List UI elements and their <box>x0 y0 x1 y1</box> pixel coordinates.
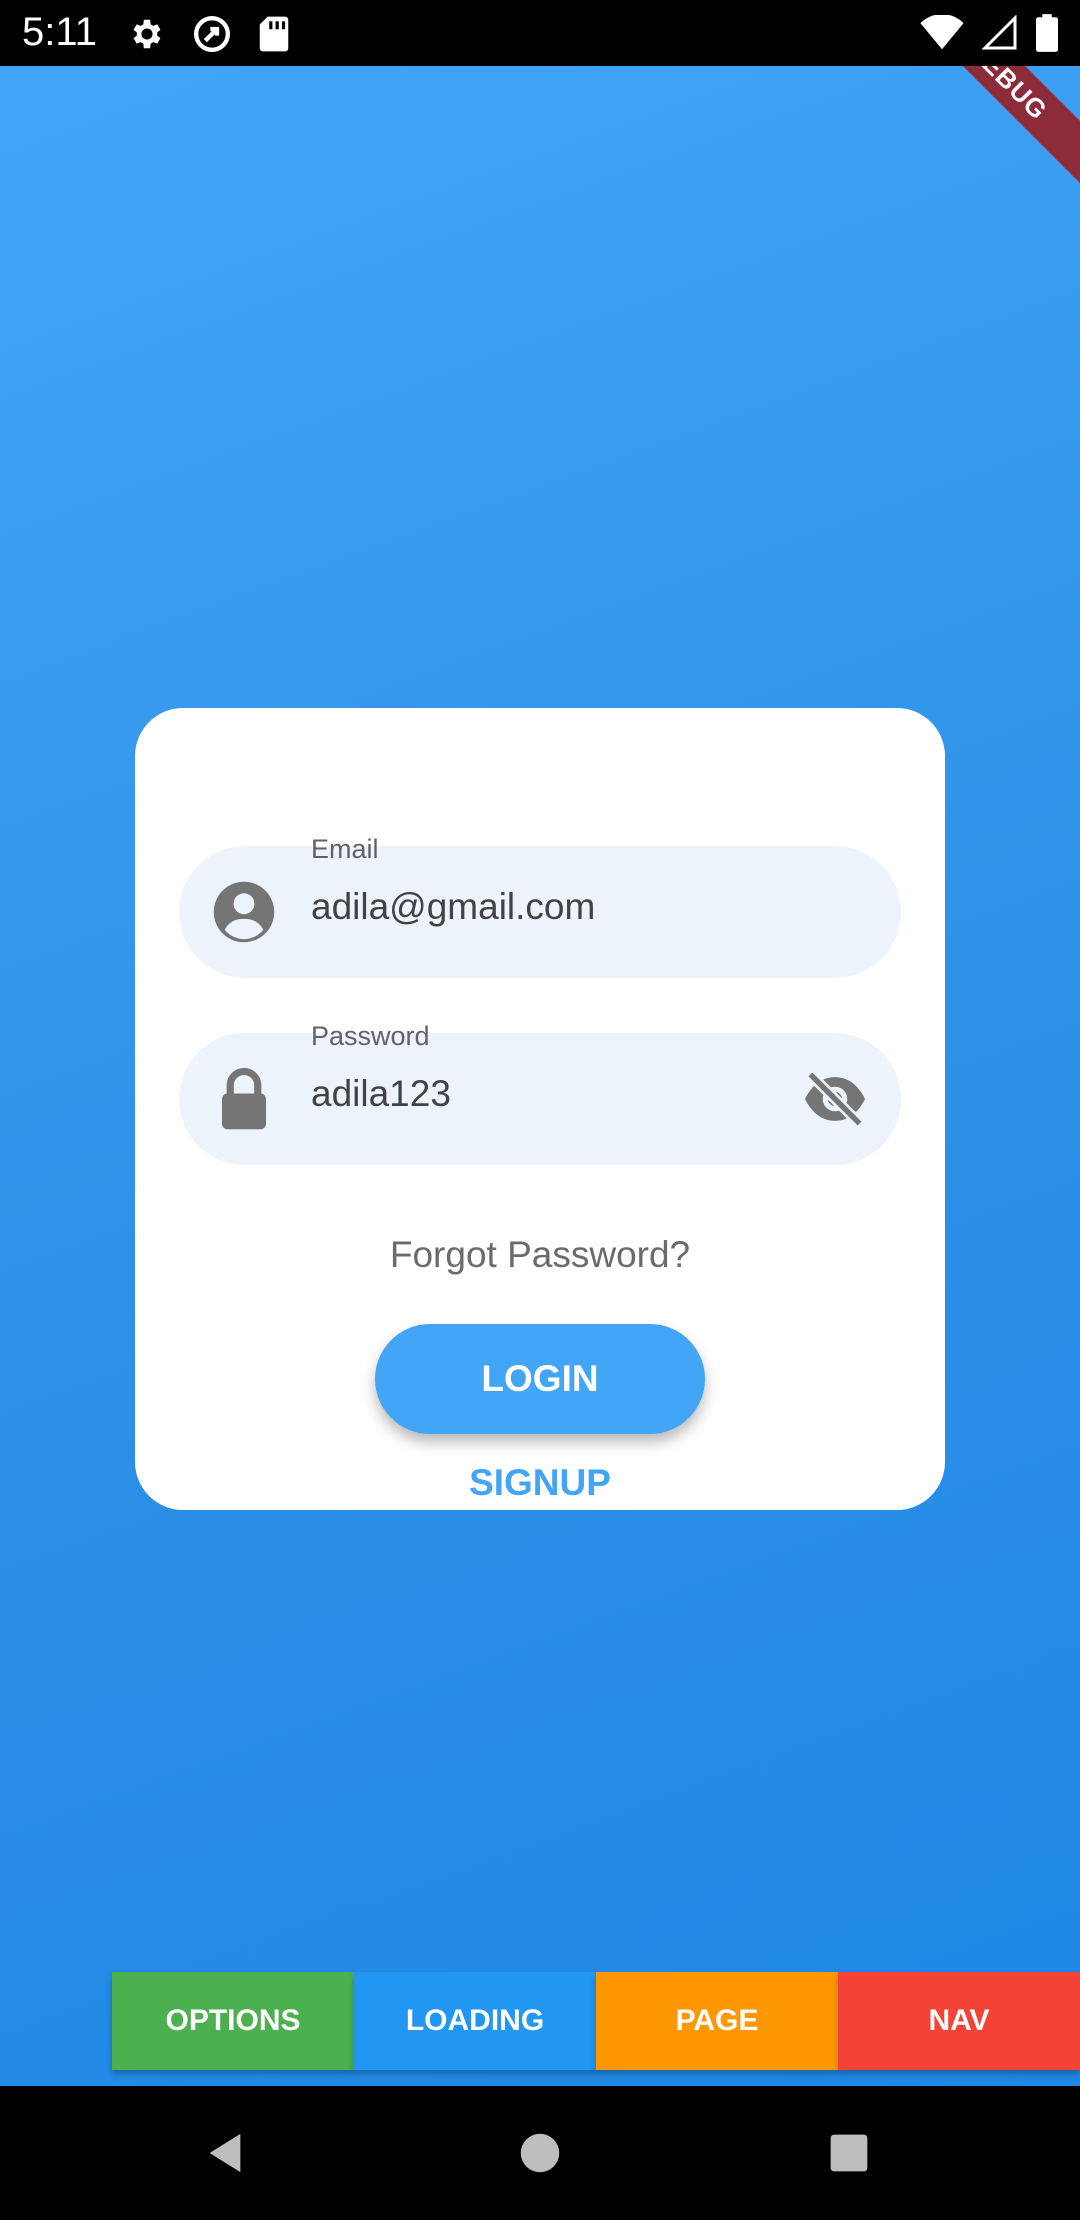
tab-nav[interactable]: NAV <box>838 1972 1080 2070</box>
login-button[interactable]: LOGIN <box>375 1324 705 1434</box>
email-field[interactable]: Email adila@gmail.com <box>179 834 901 978</box>
password-label: Password <box>311 1021 430 1051</box>
password-input[interactable]: adila123 <box>311 1073 451 1115</box>
battery-icon <box>1036 14 1058 52</box>
signal-icon <box>982 15 1017 50</box>
vpn-icon <box>194 16 230 52</box>
wifi-icon <box>920 15 964 50</box>
password-field[interactable]: Password adila123 <box>179 1021 901 1165</box>
tab-page[interactable]: PAGE <box>596 1972 838 2070</box>
settings-icon <box>133 19 161 49</box>
signup-button[interactable]: SIGNUP <box>135 1462 945 1504</box>
tab-loading[interactable]: LOADING <box>354 1972 596 2070</box>
email-input[interactable]: adila@gmail.com <box>311 886 595 928</box>
status-time: 5:11 <box>22 10 97 54</box>
back-icon[interactable] <box>205 2130 245 2176</box>
email-label: Email <box>311 834 379 864</box>
bottom-tab-bar: OPTIONS LOADING PAGE NAV <box>112 1972 1080 2070</box>
home-icon[interactable] <box>519 2132 561 2174</box>
person-icon <box>213 881 275 943</box>
lock-icon <box>222 1067 266 1130</box>
status-bar: 5:11 <box>0 0 1080 66</box>
app-background: DEBUG Email adila@gmail.com Password adi… <box>0 66 1080 2086</box>
tab-options[interactable]: OPTIONS <box>112 1972 354 2070</box>
debug-banner: DEBUG <box>886 66 1080 202</box>
forgot-password-link[interactable]: Forgot Password? <box>135 1234 945 1276</box>
recents-icon[interactable] <box>829 2133 869 2173</box>
system-nav-bar <box>0 2086 1080 2220</box>
sd-card-icon <box>259 16 289 52</box>
eye-off-icon[interactable] <box>801 1069 869 1129</box>
login-card: Email adila@gmail.com Password adila123 … <box>135 708 945 1510</box>
